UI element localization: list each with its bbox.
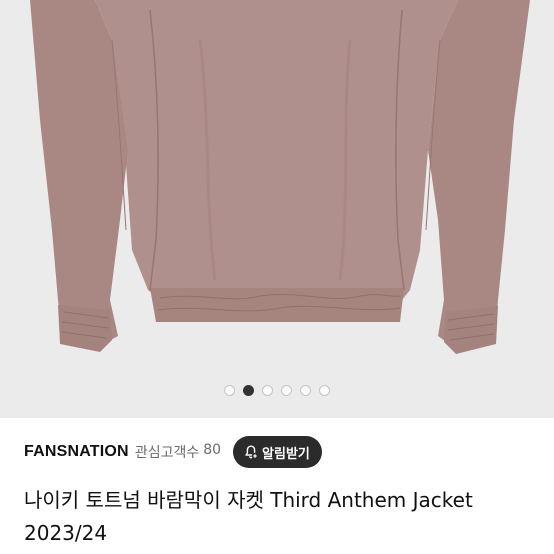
watchers-count: 관심고객수 80 xyxy=(135,442,221,462)
seller-name[interactable]: FANSNATION xyxy=(24,443,129,461)
carousel-dot[interactable] xyxy=(224,385,235,396)
carousel-dot[interactable] xyxy=(319,385,330,396)
carousel-dot-active[interactable] xyxy=(243,385,254,396)
product-image-gallery[interactable] xyxy=(0,0,554,418)
alert-subscribe-button[interactable]: 알림받기 xyxy=(233,436,322,468)
alert-button-label: 알림받기 xyxy=(262,446,310,462)
watchers-number: 80 xyxy=(203,442,222,458)
bell-plus-icon xyxy=(243,444,259,460)
carousel-dot[interactable] xyxy=(300,385,311,396)
product-image[interactable] xyxy=(0,0,554,418)
seller-info: FANSNATION 관심고객수 80 알림받기 xyxy=(24,436,322,468)
product-title: 나이키 토트넘 바람막이 자켓 Third Anthem Jacket 2023… xyxy=(24,488,473,545)
carousel-dot[interactable] xyxy=(281,385,292,396)
carousel-dot[interactable] xyxy=(262,385,273,396)
watchers-label: 관심고객수 xyxy=(134,445,200,461)
carousel-indicator xyxy=(0,385,554,396)
